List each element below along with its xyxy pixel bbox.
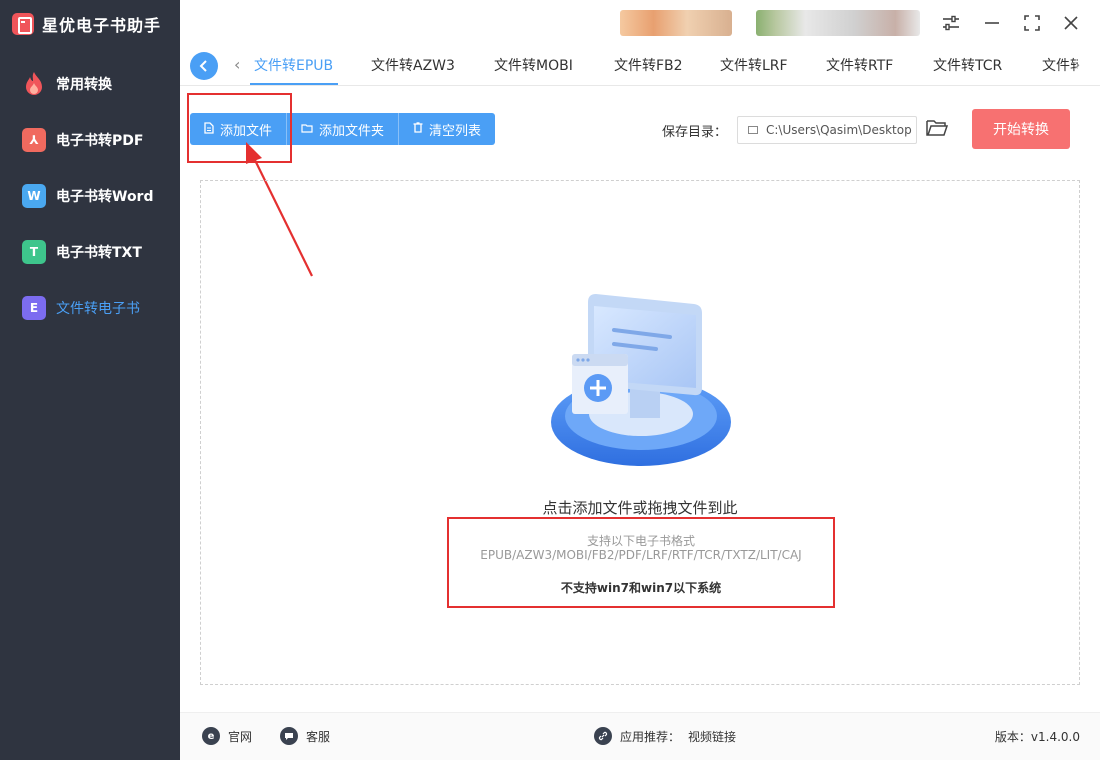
blurred-account-info [756, 10, 920, 36]
tab-lrf[interactable]: 文件转LRF [720, 55, 788, 75]
minimize-icon[interactable] [981, 12, 1003, 34]
customer-service-label: 客服 [306, 729, 331, 744]
brand: 星优电子书助手 [12, 10, 161, 38]
website-link[interactable]: e 官网 [202, 727, 252, 745]
sidebar-item-common[interactable]: 常用转换 [22, 69, 112, 99]
folder-mini-icon [748, 126, 758, 134]
link-icon [594, 727, 612, 745]
tabs-scroller: 文件转EPUB 文件转AZW3 文件转MOBI 文件转FB2 文件转LRF 文件… [238, 46, 1078, 86]
tab-azw3[interactable]: 文件转AZW3 [371, 55, 455, 75]
pdf-icon: ⅄ [22, 128, 46, 152]
sidebar-item-txt[interactable]: T 电子书转TXT [22, 237, 142, 267]
browse-folder-icon[interactable] [926, 119, 949, 139]
recommend-label: 应用推荐： [620, 729, 681, 744]
supported-formats-list: EPUB/AZW3/MOBI/FB2/PDF/LRF/RTF/TCR/TXTZ/… [480, 548, 802, 562]
tab-tcr[interactable]: 文件转TCR [933, 55, 1002, 75]
sidebar-item-label: 常用转换 [56, 77, 112, 93]
recommend-value: 视频链接 [688, 729, 737, 744]
clear-list-label: 清空列表 [429, 123, 482, 139]
sidebar-item-file-to-ebook[interactable]: E 文件转电子书 [22, 293, 140, 323]
folder-icon [301, 123, 313, 136]
app-logo-icon [12, 13, 34, 35]
sidebar-item-label: 电子书转Word [56, 189, 154, 205]
sidebar-item-pdf[interactable]: ⅄ 电子书转PDF [22, 125, 143, 155]
system-requirement-note: 不支持win7和win7以下系统 [560, 581, 722, 595]
customer-service-link[interactable]: 客服 [280, 727, 330, 745]
tab-epub[interactable]: 文件转EPUB [254, 55, 333, 75]
back-button[interactable] [190, 52, 218, 80]
sidebar-item-label: 电子书转PDF [56, 133, 144, 149]
settings-icon[interactable] [940, 12, 962, 34]
sidebar-item-label: 电子书转TXT [56, 245, 142, 261]
save-path-value: C:\Users\Qasim\Desktop [766, 123, 912, 137]
sidebar: 星优电子书助手 常用转换 ⅄ 电子书转PDF W 电子书转Word T 电子书转… [0, 0, 180, 760]
app-recommend[interactable]: 应用推荐： 视频链接 [594, 727, 736, 745]
tab-mobi[interactable]: 文件转MOBI [494, 55, 573, 75]
clear-list-button[interactable]: 清空列表 [399, 113, 495, 145]
website-label: 官网 [228, 729, 253, 744]
trash-icon [413, 122, 423, 136]
tab-fb2[interactable]: 文件转FB2 [614, 55, 683, 75]
drop-zone-prompt: 点击添加文件或拖拽文件到此 [542, 499, 738, 517]
title-bar [180, 0, 1100, 46]
maximize-icon[interactable] [1021, 12, 1043, 34]
tab-next[interactable]: 文件转 [1042, 55, 1078, 75]
add-folder-label: 添加文件夹 [319, 123, 385, 139]
save-path-field[interactable]: C:\Users\Qasim\Desktop [737, 116, 917, 144]
txt-icon: T [22, 240, 46, 264]
fire-icon [22, 72, 46, 96]
tab-rtf[interactable]: 文件转RTF [826, 55, 893, 75]
close-icon[interactable] [1060, 12, 1082, 34]
supported-formats-title: 支持以下电子书格式 [586, 534, 695, 548]
start-convert-button[interactable]: 开始转换 [972, 109, 1070, 149]
sidebar-item-label: 文件转电子书 [56, 301, 140, 317]
sidebar-item-word[interactable]: W 电子书转Word [22, 181, 154, 211]
chevron-right-icon[interactable]: › [1074, 55, 1080, 74]
chat-icon [280, 727, 298, 745]
ebook-icon: E [22, 296, 46, 320]
version-text: 版本：v1.4.0.0 [994, 730, 1080, 744]
word-icon: W [22, 184, 46, 208]
ie-icon: e [202, 727, 220, 745]
add-file-illustration-icon [551, 294, 731, 466]
tab-bar: ‹ 文件转EPUB 文件转AZW3 文件转MOBI 文件转FB2 文件转LRF … [180, 46, 1100, 86]
save-directory-label: 保存目录： [662, 125, 728, 140]
footer: e 官网 客服 应用推荐： 视频链接 版本：v1.4.0.0 [180, 712, 1100, 760]
app-title: 星优电子书助手 [42, 16, 162, 35]
active-tab-indicator [250, 83, 338, 85]
blurred-user-info [620, 10, 732, 36]
